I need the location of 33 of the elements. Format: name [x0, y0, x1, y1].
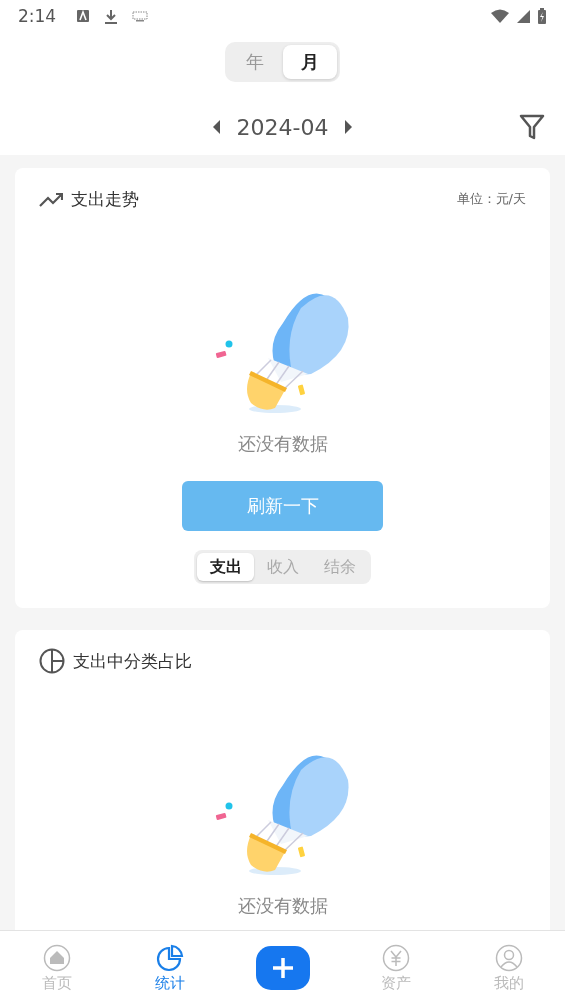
- pie-chart-icon: [155, 944, 184, 972]
- wifi-icon: [490, 8, 510, 24]
- period-tab[interactable]: 月: [282, 45, 337, 79]
- trend-icon: [39, 190, 63, 208]
- period-tab[interactable]: 年: [228, 45, 283, 79]
- card-title: 支出走势: [71, 187, 139, 211]
- filter-icon[interactable]: [519, 114, 545, 140]
- yen-icon: [381, 944, 410, 972]
- segment-tab[interactable]: 支出: [197, 553, 254, 581]
- battery-icon: [537, 8, 547, 24]
- plus-icon: [271, 956, 294, 979]
- empty-message: 还没有数据: [237, 432, 328, 456]
- next-icon[interactable]: [344, 119, 355, 135]
- pie-chart-icon: [39, 648, 65, 674]
- unit-label: 单位：元/天: [456, 190, 526, 208]
- home-icon: [42, 944, 71, 972]
- date-label: 2024-04: [236, 114, 329, 140]
- segment-tab[interactable]: 收入: [254, 553, 311, 581]
- refresh-button[interactable]: 刷新一下: [182, 481, 383, 531]
- card-title: 支出中分类占比: [73, 649, 192, 673]
- person-icon: [494, 944, 523, 972]
- download-icon: [104, 8, 119, 24]
- add-button[interactable]: [255, 945, 310, 990]
- nav-tab[interactable]: 统计: [154, 944, 185, 993]
- notification-icon: [76, 9, 91, 23]
- empty-message: 还没有数据: [237, 894, 328, 918]
- nav-tab[interactable]: 资产: [380, 944, 411, 993]
- signal-icon: [516, 8, 531, 24]
- nav-tab[interactable]: 首页: [41, 944, 72, 993]
- status-time: 2:14: [18, 6, 57, 26]
- segment-tab[interactable]: 结余: [311, 553, 368, 581]
- nav-tab[interactable]: 我的: [493, 944, 524, 993]
- keyboard-icon: [132, 10, 149, 22]
